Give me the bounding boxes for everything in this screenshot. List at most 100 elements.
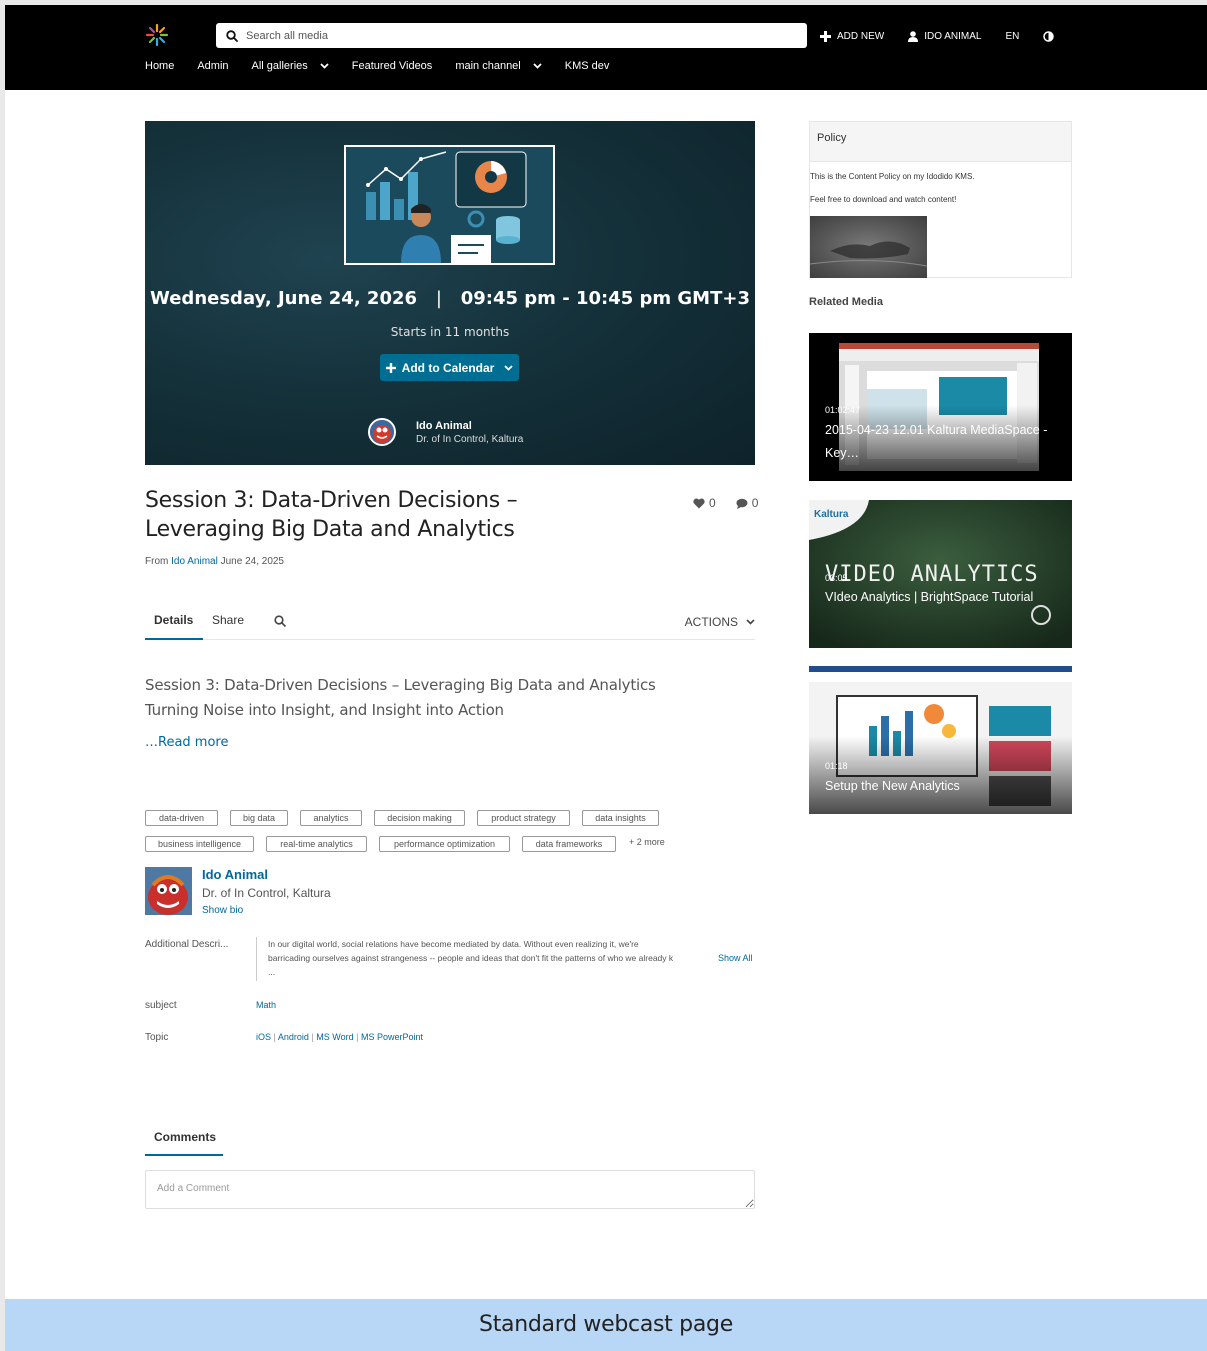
more-tags-link[interactable]: + 2 more	[629, 837, 665, 847]
tag[interactable]: real-time analytics	[266, 836, 367, 852]
search-icon[interactable]	[274, 615, 286, 627]
tab-share[interactable]: Share	[212, 613, 244, 627]
from-label: From	[145, 556, 169, 567]
event-thumbnail	[344, 145, 555, 265]
main-nav: Home Admin All galleries Featured Videos…	[145, 60, 632, 72]
tag[interactable]: big data	[230, 810, 288, 826]
nav-admin[interactable]: Admin	[197, 60, 228, 72]
user-menu-button[interactable]: IDO ANIMAL	[908, 31, 981, 42]
event-time: 09:45 pm - 10:45 pm GMT+3	[460, 288, 750, 309]
nav-kms-dev-label: KMS dev	[564, 60, 610, 72]
tag[interactable]: decision making	[374, 810, 465, 826]
media-byline: From Ido Animal June 24, 2025	[145, 556, 284, 567]
add-new-label: ADD NEW	[837, 31, 885, 42]
event-date-time: Wednesday, June 24, 2026 | 09:45 pm - 10…	[145, 288, 755, 309]
media-title: Session 3: Data-Driven Decisions – Lever…	[145, 488, 518, 542]
related-duration: 01:02:47	[825, 405, 861, 415]
related-media-item[interactable]: Kaltura VIDEO ANALYTICS 03:05 VIdeo Anal…	[809, 500, 1072, 648]
contrast-toggle[interactable]	[1043, 31, 1055, 42]
nav-main-channel[interactable]: main channel	[455, 60, 542, 72]
chevron-down-icon	[533, 63, 542, 69]
kaltura-brand: Kaltura	[814, 509, 849, 520]
chevron-down-icon	[320, 63, 329, 69]
chevron-down-icon	[504, 364, 513, 371]
subject-label: subject	[145, 1000, 177, 1011]
kaltura-logo-icon[interactable]	[145, 23, 169, 47]
topic-link[interactable]: MS PowerPoint	[361, 1032, 423, 1042]
tab-details[interactable]: Details	[154, 613, 193, 627]
language-label: EN	[1005, 31, 1020, 42]
owner-role: Dr. of In Control, Kaltura	[202, 886, 331, 900]
topic-label: Topic	[145, 1032, 169, 1043]
owner-name[interactable]: Ido Animal	[202, 867, 268, 882]
description-line-1: Session 3: Data-Driven Decisions – Lever…	[145, 676, 656, 694]
policy-line-2: Feel free to download and watch content!	[810, 195, 957, 204]
presenter-avatar	[368, 418, 396, 446]
nav-featured-videos[interactable]: Featured Videos	[352, 60, 433, 72]
additional-line-3: ...	[268, 967, 276, 977]
tag[interactable]: product strategy	[477, 810, 570, 826]
read-more-link[interactable]: …Read more	[145, 735, 228, 750]
event-separator: |	[435, 288, 442, 309]
event-date: Wednesday, June 24, 2026	[150, 288, 418, 309]
likes-count: 0	[709, 496, 716, 510]
show-all-link[interactable]: Show All	[718, 953, 753, 963]
header: ADD NEW IDO ANIMAL EN Home Admin All gal…	[5, 5, 1207, 90]
nav-home[interactable]: Home	[145, 60, 174, 72]
actions-menu-button[interactable]: ACTIONS	[685, 615, 755, 629]
nav-kms-dev[interactable]: KMS dev	[565, 60, 610, 72]
related-title: 2015-04-23 12.01 Kaltura MediaSpace - Ke…	[825, 423, 1048, 460]
comment-icon[interactable]	[736, 498, 748, 509]
tag[interactable]: performance optimization	[379, 836, 510, 852]
show-bio-link[interactable]: Show bio	[202, 905, 243, 916]
subject-value[interactable]: Math	[256, 1000, 276, 1010]
nav-main-channel-label: main channel	[455, 60, 521, 72]
event-banner: Wednesday, June 24, 2026 | 09:45 pm - 10…	[145, 121, 755, 465]
plus-icon	[820, 31, 831, 42]
language-button[interactable]: EN	[1005, 31, 1019, 42]
topic-link[interactable]: iOS	[256, 1032, 271, 1042]
page-frame: ADD NEW IDO ANIMAL EN Home Admin All gal…	[5, 5, 1207, 1351]
tag[interactable]: analytics	[300, 810, 362, 826]
search-input[interactable]	[246, 29, 766, 42]
media-date: June 24, 2025	[220, 556, 284, 567]
additional-line-2: barricading ourselves against strangenes…	[268, 953, 674, 963]
comments-tab[interactable]: Comments	[145, 1125, 223, 1156]
additional-description-text: In our digital world, social relations h…	[256, 937, 698, 981]
add-to-calendar-button[interactable]: Add to Calendar	[380, 354, 519, 381]
add-comment-input[interactable]	[145, 1170, 755, 1209]
tag[interactable]: data frameworks	[522, 836, 616, 852]
policy-panel: Policy This is the Content Policy on my …	[809, 121, 1072, 278]
owner-link[interactable]: Ido Animal	[171, 556, 218, 567]
heart-icon[interactable]	[693, 498, 705, 509]
comments-count: 0	[751, 496, 759, 510]
related-media-item[interactable]: 01:02:47 2015-04-23 12.01 Kaltura MediaS…	[809, 333, 1072, 481]
nav-featured-videos-label: Featured Videos	[351, 60, 433, 72]
analytics-illustration-icon	[346, 147, 553, 263]
related-media-item[interactable]: 01:18 Setup the New Analytics	[809, 666, 1072, 814]
add-new-button[interactable]: ADD NEW	[820, 31, 884, 42]
search-box[interactable]	[216, 23, 807, 48]
tag[interactable]: data insights	[582, 810, 659, 826]
presenter-role: Dr. of In Control, Kaltura	[416, 433, 524, 445]
topic-link[interactable]: MS Word	[316, 1032, 353, 1042]
chevron-down-icon	[746, 619, 755, 625]
topic-separator: |	[356, 1032, 359, 1042]
nav-all-galleries[interactable]: All galleries	[252, 60, 329, 72]
nav-home-label: Home	[145, 60, 175, 72]
page-caption: Standard webcast page	[5, 1299, 1207, 1351]
video-analytics-heading: VIDEO ANALYTICS	[825, 562, 1039, 587]
event-presenter: Ido Animal Dr. of In Control, Kaltura	[368, 418, 523, 446]
user-name: IDO ANIMAL	[924, 31, 982, 42]
tag[interactable]: data-driven	[145, 810, 218, 826]
policy-line-1: This is the Content Policy on my Idodido…	[810, 172, 975, 181]
contrast-icon	[1043, 31, 1055, 42]
media-stats: 0 0	[693, 496, 758, 510]
tag[interactable]: business intelligence	[145, 836, 254, 852]
media-description: Session 3: Data-Driven Decisions – Lever…	[145, 673, 755, 723]
add-to-calendar-label: Add to Calendar	[401, 360, 495, 375]
nav-all-galleries-label: All galleries	[251, 60, 308, 72]
topic-link[interactable]: Android	[278, 1032, 309, 1042]
presenter-name: Ido Animal	[416, 419, 472, 432]
policy-image	[809, 216, 928, 278]
